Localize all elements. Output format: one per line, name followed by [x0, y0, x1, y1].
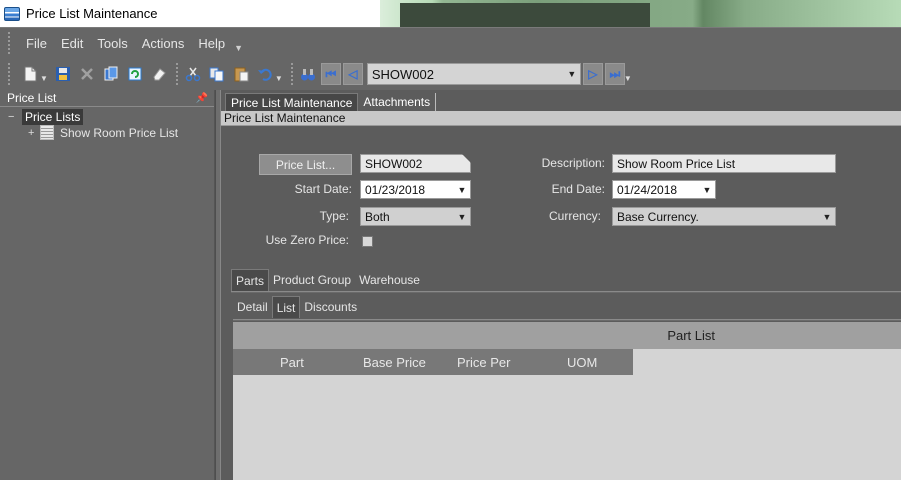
use-zero-price-label: Use Zero Price: [265, 233, 349, 247]
start-date-picker[interactable]: 01/23/2018 ▼ [360, 180, 471, 199]
undo-icon[interactable] [254, 63, 276, 85]
menu-bar: File Edit Tools Actions Help ▼ [0, 27, 901, 58]
new-doc-icon[interactable] [19, 63, 41, 85]
paste-icon[interactable] [230, 63, 252, 85]
clear-icon[interactable] [148, 63, 170, 85]
tab-discounts[interactable]: Discounts [300, 296, 361, 318]
tab-product-group[interactable]: Product Group [269, 269, 355, 291]
copy-clipboard-icon[interactable] [206, 63, 228, 85]
record-select-value: SHOW002 [371, 66, 434, 82]
main-content: Price List Maintenance Attachments Price… [221, 90, 901, 480]
chevron-down-icon[interactable]: ▼ [699, 181, 715, 198]
background-window-decoration-dark [400, 3, 650, 27]
column-header-price-per[interactable]: Price Per [457, 355, 510, 370]
tab-detail[interactable]: Detail [233, 296, 272, 318]
toolbar-grip[interactable] [8, 63, 11, 85]
first-record-button[interactable]: ⏮ [320, 63, 341, 85]
currency-select[interactable]: Base Currency. ▼ [612, 207, 836, 226]
toolbar-separator [175, 63, 178, 85]
toolbar: ▼ ▼ ⏮ ◁ SHOW002 ▼ ▷ ⏭ ▼ [0, 58, 901, 90]
tab-price-list-maintenance[interactable]: Price List Maintenance [225, 93, 359, 111]
chevron-down-icon[interactable]: ▼ [454, 208, 470, 225]
type-label: Type: [319, 209, 349, 223]
collapse-icon[interactable]: − [8, 111, 22, 123]
last-record-button[interactable]: ⏭ [604, 63, 625, 85]
tree-root-node[interactable]: − Price Lists [8, 109, 84, 125]
menu-help[interactable]: Help [191, 36, 232, 51]
menu-tools[interactable]: Tools [90, 36, 134, 51]
description-value: Show Room Price List [617, 156, 736, 171]
price-list-button[interactable]: Price List... [259, 154, 352, 175]
grid-header-row: Part Base Price Price Per UOM [233, 349, 633, 375]
start-date-value: 01/23/2018 [365, 182, 426, 197]
end-date-value: 01/24/2018 [617, 182, 678, 197]
tab-attachments[interactable]: Attachments [358, 93, 437, 111]
menu-file[interactable]: File [19, 36, 54, 51]
next-record-button[interactable]: ▷ [582, 63, 603, 85]
tab-parts[interactable]: Parts [231, 269, 270, 291]
tree-panel-header: Price List 📌 [0, 90, 214, 107]
pin-icon[interactable]: 📌 [196, 92, 208, 104]
chevron-down-icon[interactable]: ▼ [454, 181, 470, 198]
column-header-part[interactable]: Part [280, 355, 304, 370]
toolbar-separator [290, 63, 293, 85]
refresh-icon[interactable] [124, 63, 146, 85]
divider [231, 291, 901, 293]
chevron-down-icon[interactable]: ▼ [819, 208, 835, 225]
tab-list[interactable]: List [271, 296, 301, 318]
binoculars-icon[interactable] [297, 63, 319, 85]
description-label: Description: [541, 156, 605, 170]
price-list-field[interactable]: SHOW002 [360, 154, 471, 173]
tree-child-node[interactable]: + Show Room Price List [28, 125, 178, 140]
tree-child-label[interactable]: Show Room Price List [60, 126, 178, 140]
record-select[interactable]: SHOW002 ▼ [366, 63, 581, 85]
undo-dropdown-chevron-icon[interactable]: ▼ [275, 74, 283, 83]
start-date-label: Start Date: [294, 182, 352, 196]
currency-value: Base Currency. [617, 209, 699, 224]
new-dropdown-chevron-icon[interactable]: ▼ [40, 74, 48, 83]
type-select[interactable]: Both ▼ [360, 207, 471, 226]
description-field[interactable]: Show Room Price List [612, 154, 836, 173]
type-value: Both [365, 209, 390, 224]
section-title: Price List Maintenance [221, 111, 901, 126]
end-date-label: End Date: [551, 182, 605, 196]
menu-overflow-icon[interactable]: ▼ [234, 43, 243, 53]
column-header-base-price[interactable]: Base Price [363, 355, 426, 370]
document-list-icon [40, 125, 54, 140]
chevron-down-icon[interactable]: ▼ [564, 64, 580, 84]
expand-icon[interactable]: + [28, 127, 40, 139]
previous-record-button[interactable]: ◁ [342, 63, 363, 85]
menu-edit[interactable]: Edit [54, 36, 90, 51]
window-title: Price List Maintenance [26, 6, 158, 21]
tree-panel-title: Price List [7, 91, 57, 105]
copy-icon[interactable] [100, 63, 122, 85]
cut-icon[interactable] [182, 63, 204, 85]
parts-tabs: Detail List Discounts [233, 296, 361, 318]
tab-warehouse[interactable]: Warehouse [355, 269, 424, 291]
part-list-grid[interactable]: Part List Part Base Price Price Per UOM [233, 322, 901, 480]
column-header-uom[interactable]: UOM [567, 355, 597, 370]
delete-icon[interactable] [76, 63, 98, 85]
price-list-tree-panel: Price List 📌 − Price Lists + Show Room P… [0, 90, 215, 480]
save-icon[interactable] [52, 63, 74, 85]
menu-grip[interactable] [8, 32, 11, 54]
price-list-value: SHOW002 [365, 156, 423, 171]
use-zero-price-checkbox[interactable] [362, 236, 373, 247]
title-bar: Price List Maintenance [0, 0, 901, 27]
tree-root-label[interactable]: Price Lists [22, 109, 84, 125]
field-corner-decoration [462, 154, 471, 163]
divider [233, 319, 901, 321]
grid-title: Part List [233, 322, 901, 349]
menu-actions[interactable]: Actions [135, 36, 192, 51]
document-tabs: Price List Maintenance Attachments [225, 92, 437, 111]
toolbar-overflow-icon[interactable]: ▼ [624, 74, 632, 83]
end-date-picker[interactable]: 01/24/2018 ▼ [612, 180, 716, 199]
app-database-icon [4, 6, 20, 21]
currency-label: Currency: [548, 209, 601, 223]
sub-tabs: Parts Product Group Warehouse [231, 269, 424, 291]
